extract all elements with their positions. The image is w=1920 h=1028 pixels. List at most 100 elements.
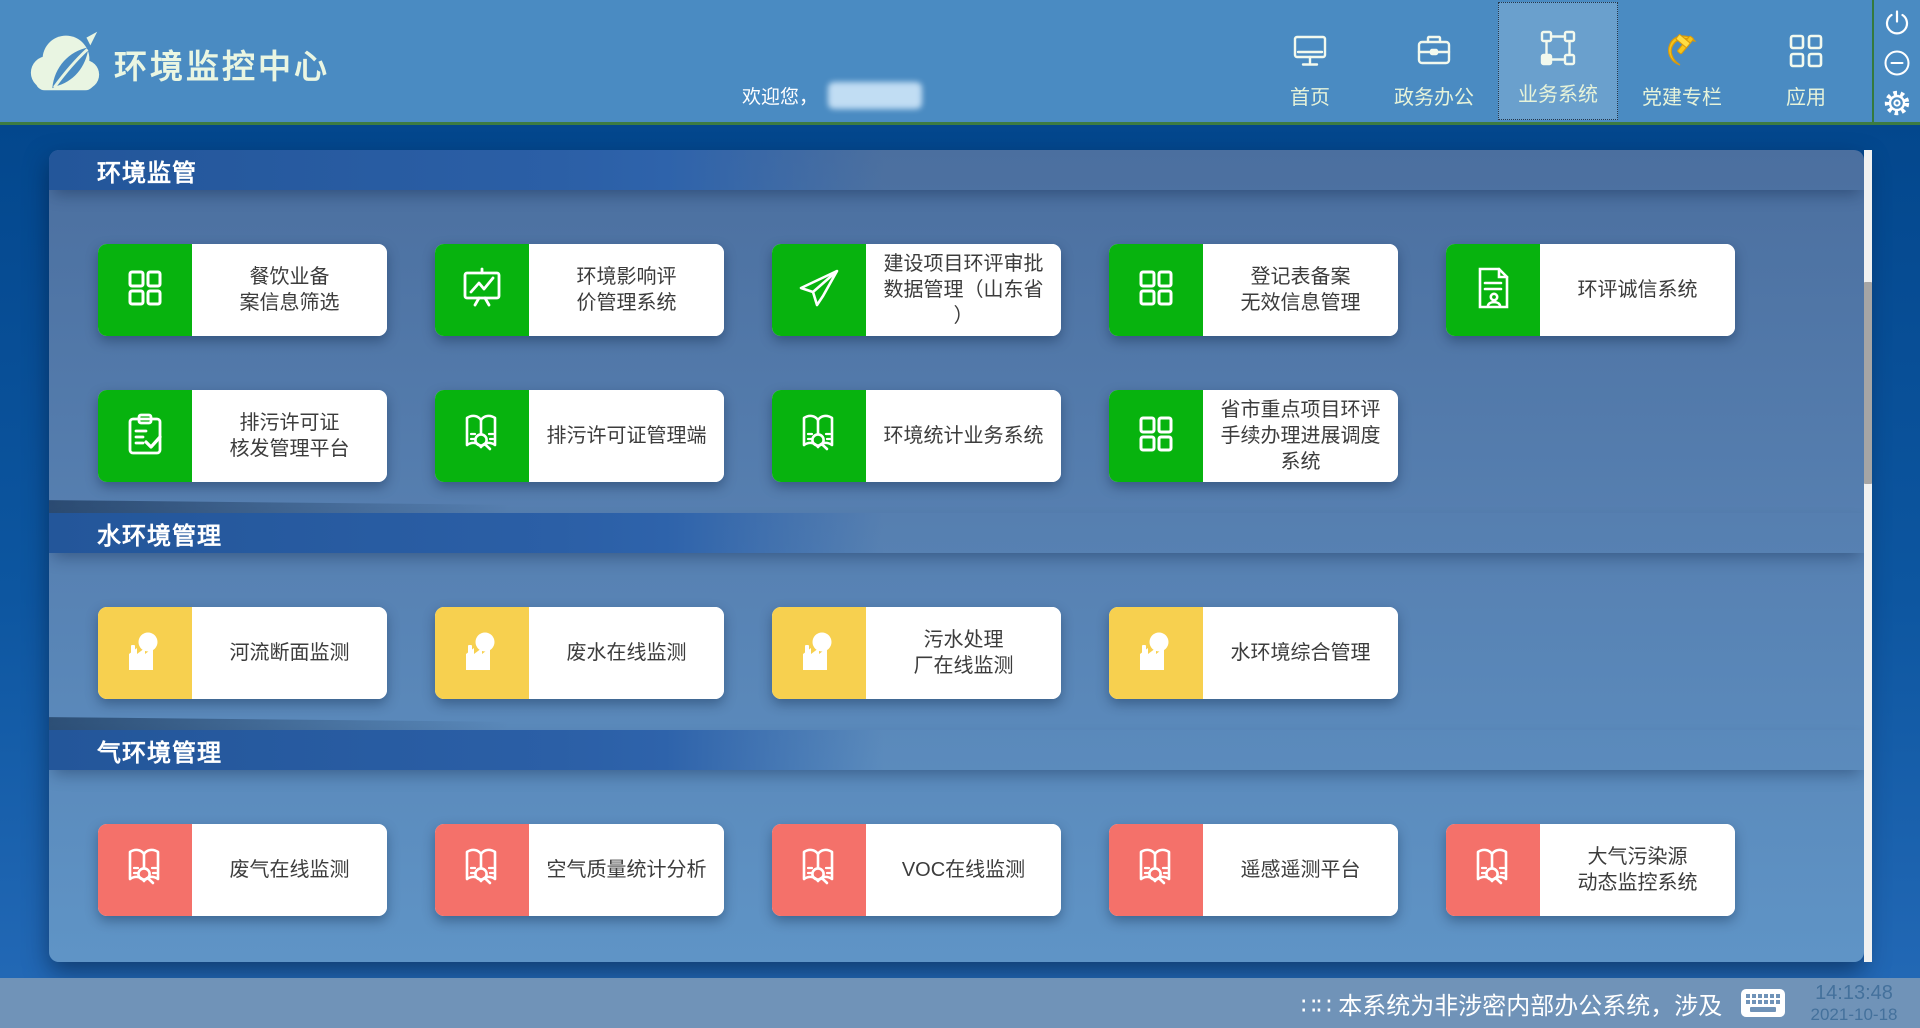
party-emblem-icon: [1662, 31, 1702, 71]
tile-icon-box: [1446, 244, 1540, 336]
tile-label: 环评诚信系统: [1540, 244, 1735, 336]
book-search-icon: [795, 410, 843, 463]
nav-item-home[interactable]: 首页: [1259, 0, 1361, 122]
tile-icon-box: [435, 244, 529, 336]
settings-button[interactable]: [1882, 88, 1912, 118]
systems-panel: 环境监管餐饮业备 案信息筛选 环境影响评 价管理系统建设项目环评审批 数据管理（山…: [49, 150, 1864, 962]
power-icon: [1882, 25, 1912, 42]
tile-icon-box: [435, 390, 529, 482]
section-header: 水环境管理: [49, 513, 1864, 553]
system-tile[interactable]: 环评诚信系统: [1446, 244, 1735, 336]
tile-label: 环境统计业务系统: [866, 390, 1061, 482]
tile-label: 遥感遥测平台: [1203, 824, 1398, 916]
tile-row: 餐饮业备 案信息筛选 环境影响评 价管理系统建设项目环评审批 数据管理（山东省 ）…: [49, 244, 1864, 336]
system-tile[interactable]: 省市重点项目环评 手续办理进展调度 系统: [1109, 390, 1398, 482]
book-search-icon: [1132, 844, 1180, 897]
tile-row: 排污许可证 核发管理平台排污许可证管理端 环境统计业务系统省市重点项目环评 手续办…: [49, 390, 1864, 482]
tile-icon-box: [1446, 824, 1540, 916]
tile-row: 废气在线监测 空气质量统计分析 VOC在线监测 遥感遥测平台 大气污染源 动态监控系统: [49, 824, 1864, 916]
app-title: 环境监控中心: [114, 40, 330, 88]
status-bar: ∷∷ 本系统为非涉密内部办公系统，涉及国 14:13:48 2021-10-18: [0, 978, 1920, 1028]
factory-icon: [795, 627, 843, 680]
tile-icon-box: [1109, 244, 1203, 336]
factory-icon: [458, 627, 506, 680]
desktop-app-window: 环境监控中心 欢迎您， 首页政务办公 业务系统 党建专栏应用 环境监管餐饮业备 案信…: [0, 0, 1920, 1028]
nav-item-label: 应用: [1786, 81, 1826, 110]
system-tile[interactable]: 餐饮业备 案信息筛选: [98, 244, 387, 336]
system-tile[interactable]: 河流断面监测: [98, 607, 387, 699]
scrollbar-thumb[interactable]: [1864, 282, 1872, 484]
clipboard-check-icon: [121, 410, 169, 463]
section-title: 水环境管理: [97, 516, 222, 551]
tile-label: 水环境综合管理: [1203, 607, 1398, 699]
nodes-icon: [1538, 28, 1578, 68]
system-tile[interactable]: 排污许可证 核发管理平台: [98, 390, 387, 482]
system-tile[interactable]: 水环境综合管理: [1109, 607, 1398, 699]
tile-label: 污水处理 厂在线监测: [866, 607, 1061, 699]
briefcase-icon: [1414, 31, 1454, 71]
system-tile[interactable]: 废水在线监测: [435, 607, 724, 699]
section-title: 环境监管: [97, 153, 197, 188]
grid-icon: [1132, 264, 1180, 317]
tile-icon-box: [98, 824, 192, 916]
section-header: 气环境管理: [49, 730, 1864, 770]
section-env-supervision: 环境监管餐饮业备 案信息筛选 环境影响评 价管理系统建设项目环评审批 数据管理（山…: [49, 150, 1864, 482]
minimize-button[interactable]: [1882, 48, 1912, 78]
tile-icon-box: [772, 390, 866, 482]
tile-label: 餐饮业备 案信息筛选: [192, 244, 387, 336]
section-title: 气环境管理: [97, 733, 222, 768]
system-tile[interactable]: VOC在线监测: [772, 824, 1061, 916]
power-button[interactable]: [1882, 8, 1912, 38]
tile-label: 大气污染源 动态监控系统: [1540, 824, 1735, 916]
main-nav: 首页政务办公 业务系统 党建专栏应用: [1248, 0, 1868, 122]
system-tile[interactable]: 建设项目环评审批 数据管理（山东省 ）: [772, 244, 1061, 336]
cloud-leaf-logo-icon: [26, 22, 104, 100]
monitor-icon: [1290, 31, 1330, 71]
system-tile[interactable]: 环境影响评 价管理系统: [435, 244, 724, 336]
keyboard-icon[interactable]: [1740, 986, 1786, 1020]
user-name-redacted: [828, 82, 922, 109]
book-search-icon: [121, 844, 169, 897]
tile-label: 登记表备案 无效信息管理: [1203, 244, 1398, 336]
nav-item-business-systems[interactable]: 业务系统: [1498, 2, 1618, 120]
tile-label: 废水在线监测: [529, 607, 724, 699]
system-tile[interactable]: 空气质量统计分析: [435, 824, 724, 916]
book-search-icon: [1469, 844, 1517, 897]
tile-icon-box: [435, 824, 529, 916]
tile-label: 河流断面监测: [192, 607, 387, 699]
tile-row: 河流断面监测 废水在线监测 污水处理 厂在线监测 水环境综合管理: [49, 607, 1864, 699]
scrollbar-track[interactable]: [1864, 150, 1872, 962]
window-controls: [1872, 0, 1920, 122]
system-tile[interactable]: 大气污染源 动态监控系统: [1446, 824, 1735, 916]
tile-icon-box: [435, 607, 529, 699]
welcome-message: 欢迎您，: [742, 82, 922, 109]
grid-icon: [121, 264, 169, 317]
system-tile[interactable]: 废气在线监测: [98, 824, 387, 916]
tile-icon-box: [772, 824, 866, 916]
date-label: 2021-10-18: [1811, 1005, 1898, 1025]
book-search-icon: [458, 410, 506, 463]
tile-label: 废气在线监测: [192, 824, 387, 916]
system-tile[interactable]: 环境统计业务系统: [772, 390, 1061, 482]
tile-label: 环境影响评 价管理系统: [529, 244, 724, 336]
factory-icon: [1132, 627, 1180, 680]
system-tile[interactable]: 排污许可证管理端: [435, 390, 724, 482]
tile-label: VOC在线监测: [866, 824, 1061, 916]
tile-icon-box: [772, 244, 866, 336]
tile-icon-box: [1109, 390, 1203, 482]
minimize-icon: [1882, 65, 1912, 82]
tile-icon-box: [98, 607, 192, 699]
nav-item-label: 政务办公: [1394, 81, 1474, 110]
tile-icon-box: [98, 390, 192, 482]
nav-item-party-building[interactable]: 党建专栏: [1631, 0, 1733, 122]
system-tile[interactable]: 遥感遥测平台: [1109, 824, 1398, 916]
nav-item-apps[interactable]: 应用: [1755, 0, 1857, 122]
nav-item-label: 业务系统: [1518, 78, 1598, 107]
doc-person-icon: [1469, 264, 1517, 317]
system-tile[interactable]: 污水处理 厂在线监测: [772, 607, 1061, 699]
nav-item-gov-office[interactable]: 政务办公: [1383, 0, 1485, 122]
system-tile[interactable]: 登记表备案 无效信息管理: [1109, 244, 1398, 336]
content-area: 环境监管餐饮业备 案信息筛选 环境影响评 价管理系统建设项目环评审批 数据管理（山…: [0, 125, 1920, 978]
tile-label: 空气质量统计分析: [529, 824, 724, 916]
book-search-icon: [458, 844, 506, 897]
